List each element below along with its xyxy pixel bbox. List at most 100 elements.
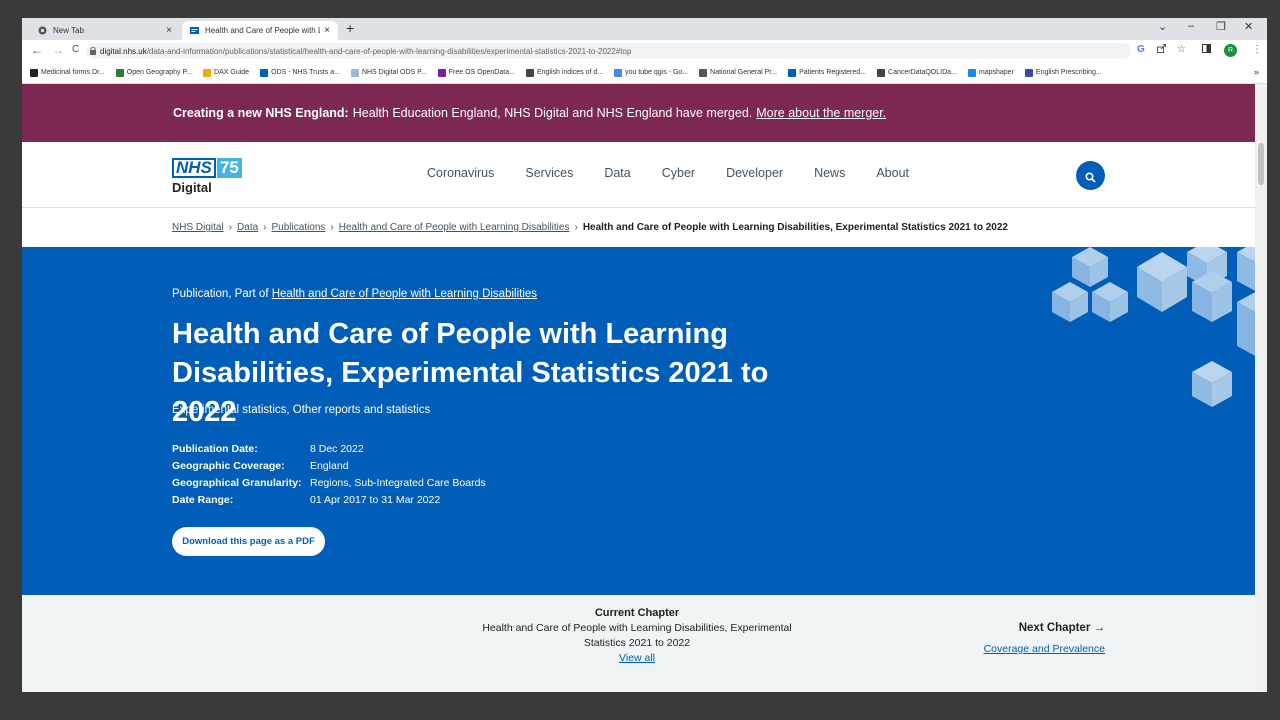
google-translate-icon[interactable]: G	[1137, 44, 1145, 55]
search-icon	[1085, 170, 1096, 188]
close-window-button[interactable]: ✕	[1244, 20, 1253, 33]
next-chapter-link[interactable]: Coverage and Prevalence	[984, 643, 1105, 655]
bookmark-item[interactable]: CancerDataQOLIDa...	[877, 68, 957, 77]
url-domain: digital.nhs.uk	[100, 46, 147, 56]
tab-search-icon[interactable]: ⌄	[1158, 20, 1167, 33]
bookmark-item[interactable]: ODS - NHS Trusts a...	[260, 68, 340, 77]
breadcrumb-data[interactable]: Data	[237, 222, 258, 233]
bookmarks-bar: Medicinal forms Dr... Open Geography P...…	[22, 62, 1267, 84]
back-button[interactable]: ←	[31, 43, 43, 57]
bookmark-label: Free OS OpenData...	[448, 69, 515, 76]
logo-nhs: NHS	[172, 158, 216, 178]
search-button[interactable]	[1076, 161, 1105, 190]
tab-title: New Tab	[53, 26, 84, 35]
tab-close-icon[interactable]: ×	[324, 25, 330, 36]
bookmark-item[interactable]: Patients Registered...	[788, 68, 866, 77]
bookmark-item[interactable]: Medicinal forms Dr...	[30, 68, 105, 77]
metadata-value: Regions, Sub-Integrated Care Boards	[310, 477, 486, 489]
bookmark-item[interactable]: NHS Digital ODS P...	[350, 68, 427, 77]
bookmark-item[interactable]: DAX Guide	[203, 68, 250, 77]
chapter-navigation: Current Chapter Health and Care of Peopl…	[22, 595, 1255, 692]
bookmark-favicon-icon	[877, 68, 886, 77]
tab-active-page[interactable]: Health and Care of People with L ×	[182, 21, 338, 40]
bookmark-label: Open Geography P...	[126, 69, 193, 76]
next-chapter-heading: Next Chapter →	[1018, 622, 1105, 634]
part-of-series-link[interactable]: Health and Care of People with Learning …	[272, 288, 537, 300]
metadata-value: 01 Apr 2017 to 31 Mar 2022	[310, 494, 441, 506]
restore-button[interactable]: ❐	[1216, 20, 1226, 33]
site-header: NHS 75 Digital Coronavirus Services Data …	[22, 142, 1255, 208]
minimize-button[interactable]: –	[1188, 20, 1194, 32]
bookmark-item[interactable]: mapshaper	[967, 68, 1014, 77]
publication-hero: Publication, Part of Health and Care of …	[22, 247, 1255, 595]
address-toolbar: ← → C digital.nhs.uk/data-and-informatio…	[22, 40, 1267, 62]
metadata-row: Publication Date: 8 Dec 2022	[172, 443, 486, 460]
share-icon[interactable]	[1157, 44, 1166, 56]
nav-news[interactable]: News	[814, 166, 845, 180]
nav-coronavirus[interactable]: Coronavirus	[427, 166, 494, 180]
banner-merger-link[interactable]: More about the merger.	[756, 106, 886, 120]
bookmark-favicon-icon	[699, 68, 708, 77]
bookmark-label: Medicinal forms Dr...	[41, 69, 105, 76]
nav-cyber[interactable]: Cyber	[662, 166, 695, 180]
nav-services[interactable]: Services	[525, 166, 573, 180]
breadcrumb-separator: ›	[228, 222, 233, 233]
bookmark-star-icon[interactable]: ☆	[1177, 44, 1186, 55]
bookmark-favicon-icon	[30, 68, 38, 77]
breadcrumb-separator: ›	[263, 222, 267, 233]
menu-kebab-icon[interactable]: ⋮	[1252, 44, 1262, 55]
bookmark-item[interactable]: English Prescribing...	[1024, 68, 1102, 77]
bookmarks-overflow-button[interactable]: »	[1254, 67, 1259, 77]
url-bar[interactable]: digital.nhs.uk/data-and-information/publ…	[86, 43, 1131, 59]
breadcrumb-separator: ›	[330, 222, 334, 233]
bookmark-label: DAX Guide	[214, 69, 250, 76]
banner-bold-text: Creating a new NHS England:	[173, 106, 349, 120]
nav-about[interactable]: About	[876, 166, 909, 180]
metadata-row: Date Range: 01 Apr 2017 to 31 Mar 2022	[172, 494, 486, 511]
new-tab-button[interactable]: +	[346, 20, 354, 36]
page-scrollbar[interactable]	[1255, 84, 1267, 692]
tab-close-icon[interactable]: ×	[166, 25, 172, 36]
bookmark-favicon-icon	[614, 68, 623, 77]
profile-avatar[interactable]: R	[1224, 44, 1237, 57]
metadata-row: Geographic Coverage: England	[172, 460, 486, 477]
metadata-value: England	[310, 460, 349, 472]
breadcrumb-series[interactable]: Health and Care of People with Learning …	[339, 222, 570, 233]
nhs-favicon-icon	[190, 26, 199, 35]
breadcrumb-nhs-digital[interactable]: NHS Digital	[172, 222, 224, 233]
bookmark-item[interactable]: English indices of d...	[525, 68, 604, 77]
view-all-link[interactable]: View all	[619, 652, 655, 664]
side-panel-icon[interactable]	[1202, 44, 1211, 56]
logo-digital: Digital	[172, 180, 212, 195]
bookmark-item[interactable]: National General Pr...	[699, 68, 777, 77]
bookmark-label: CancerDataQOLIDa...	[888, 69, 957, 76]
tab-new-tab[interactable]: New Tab ×	[30, 21, 180, 40]
breadcrumb: NHS Digital › Data › Publications › Heal…	[22, 208, 1255, 247]
nav-data[interactable]: Data	[604, 166, 630, 180]
lock-icon	[90, 46, 96, 57]
web-page: Creating a new NHS England: Health Educa…	[22, 84, 1255, 692]
metadata-row: Geographical Granularity: Regions, Sub-In…	[172, 477, 486, 494]
bookmark-label: English indices of d...	[536, 69, 604, 76]
publication-metadata: Publication Date: 8 Dec 2022 Geographic C…	[172, 443, 486, 511]
browser-window: New Tab × Health and Care of People with…	[22, 18, 1267, 692]
forward-button[interactable]: →	[52, 43, 64, 57]
bookmark-favicon-icon	[203, 68, 212, 77]
bookmark-item[interactable]: you tube qgis - Go...	[614, 68, 689, 77]
bookmark-label: you tube qgis - Go...	[625, 69, 689, 76]
nav-developer[interactable]: Developer	[726, 166, 783, 180]
nhs-digital-logo[interactable]: NHS 75 Digital	[172, 158, 242, 195]
reload-button[interactable]: C	[72, 44, 79, 55]
bookmark-item[interactable]: Open Geography P...	[115, 68, 193, 77]
banner-text: Health Education England, NHS Digital an…	[352, 106, 753, 120]
scrollbar-thumb[interactable]	[1258, 143, 1264, 185]
tab-strip: New Tab × Health and Care of People with…	[22, 18, 1267, 40]
bookmark-item[interactable]: Free OS OpenData...	[437, 68, 515, 77]
bookmark-favicon-icon	[115, 68, 124, 77]
download-pdf-button[interactable]: Download this page as a PDF	[172, 527, 325, 556]
bookmark-label: mapshaper	[978, 69, 1014, 76]
breadcrumb-publications[interactable]: Publications	[272, 222, 326, 233]
bookmark-favicon-icon	[260, 68, 269, 77]
bookmark-favicon-icon	[350, 68, 359, 77]
tab-title: Health and Care of People with L	[205, 26, 321, 35]
